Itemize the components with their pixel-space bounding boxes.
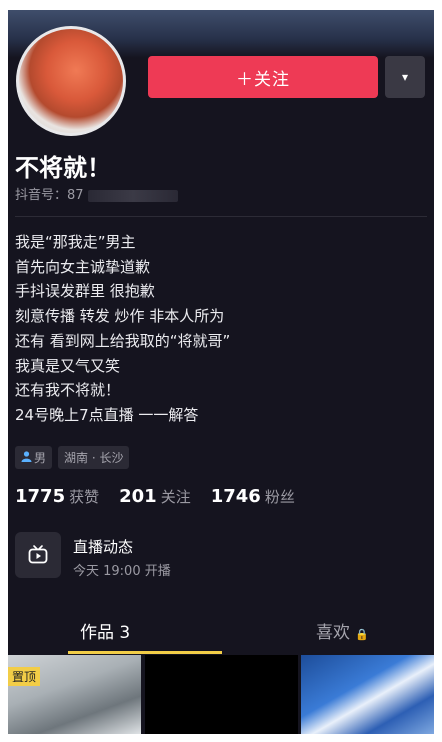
bio-line: 还有我不将就！ (15, 381, 121, 400)
divider (15, 216, 427, 217)
stat-label: 获赞 (69, 488, 100, 506)
stat-value: 1775 (15, 486, 66, 507)
stat-label: 粉丝 (264, 488, 295, 506)
active-tab-indicator (68, 651, 222, 654)
tab-works[interactable]: 作品 3 (80, 618, 130, 643)
gender-tag: 男 (15, 446, 53, 469)
stat-likes[interactable]: 1775 获赞 (15, 486, 99, 507)
bio-line: 还有 看到网上给我取的“将就哥” (15, 331, 231, 350)
redacted-id-blur (87, 189, 178, 202)
bio-line: 首先向女主诚挚道歉 (15, 257, 151, 276)
pinned-badge: 置顶 (8, 667, 41, 686)
live-title: 直播动态 (73, 538, 134, 556)
video-thumbnail[interactable]: 置顶 (8, 655, 141, 734)
bio-line: 我真是又气又笑 (15, 356, 121, 375)
live-time: 今天 19:00 开播 (73, 564, 171, 579)
stat-value: 1746 (210, 486, 261, 507)
follow-button[interactable]: ＋关注 (148, 56, 378, 98)
location-tag: 湖南 · 长沙 (58, 446, 130, 469)
stat-label: 关注 (160, 488, 191, 506)
profile-screen: ＋关注 ▾ 不将就！ 抖音号：87 我是“那我走”男主 首先向女主诚挚道歉 手抖… (8, 10, 434, 734)
profile-stats: 1775 获赞 201 关注 1746 粉丝 (15, 486, 295, 507)
location-label: 湖南 · 长沙 (64, 451, 124, 465)
video-thumbnail[interactable] (301, 655, 434, 734)
lock-icon: 🔒 (355, 628, 370, 641)
chevron-down-icon: ▾ (401, 70, 409, 84)
tab-label: 喜欢 (316, 623, 350, 643)
profile-tags: 男 湖南 · 长沙 (15, 446, 130, 469)
bio-line: 24号晚上7点直播 一一解答 (15, 405, 199, 424)
douyin-id: 抖音号：87 (15, 184, 178, 203)
bio-line: 刻意传播 转发 炒作 非本人所为 (15, 307, 225, 326)
profile-name: 不将就！ (15, 154, 111, 182)
stat-following[interactable]: 201 关注 (119, 486, 191, 507)
bio-line: 手抖误发群里 很抱歉 (15, 282, 155, 301)
more-options-button[interactable]: ▾ (385, 56, 425, 98)
stat-followers[interactable]: 1746 粉丝 (211, 486, 295, 507)
profile-bio: 我是“那我走”男主 首先向女主诚挚道歉 手抖误发群里 很抱歉 刻意传播 转发 炒… (15, 230, 230, 428)
content-tabs: 作品 3 喜欢 🔒 (8, 610, 434, 654)
bio-line: 我是“那我走”男主 (15, 233, 136, 251)
person-icon (21, 450, 32, 465)
tab-label: 作品 3 (80, 623, 131, 643)
douyin-id-label: 抖音号：87 (15, 188, 84, 203)
stat-value: 201 (119, 486, 157, 507)
gender-label: 男 (34, 451, 47, 465)
tv-play-icon (15, 532, 61, 578)
top-strip (140, 0, 280, 10)
video-thumbnail[interactable] (145, 655, 298, 734)
avatar[interactable] (16, 26, 126, 136)
tab-likes[interactable]: 喜欢 🔒 (316, 618, 369, 643)
